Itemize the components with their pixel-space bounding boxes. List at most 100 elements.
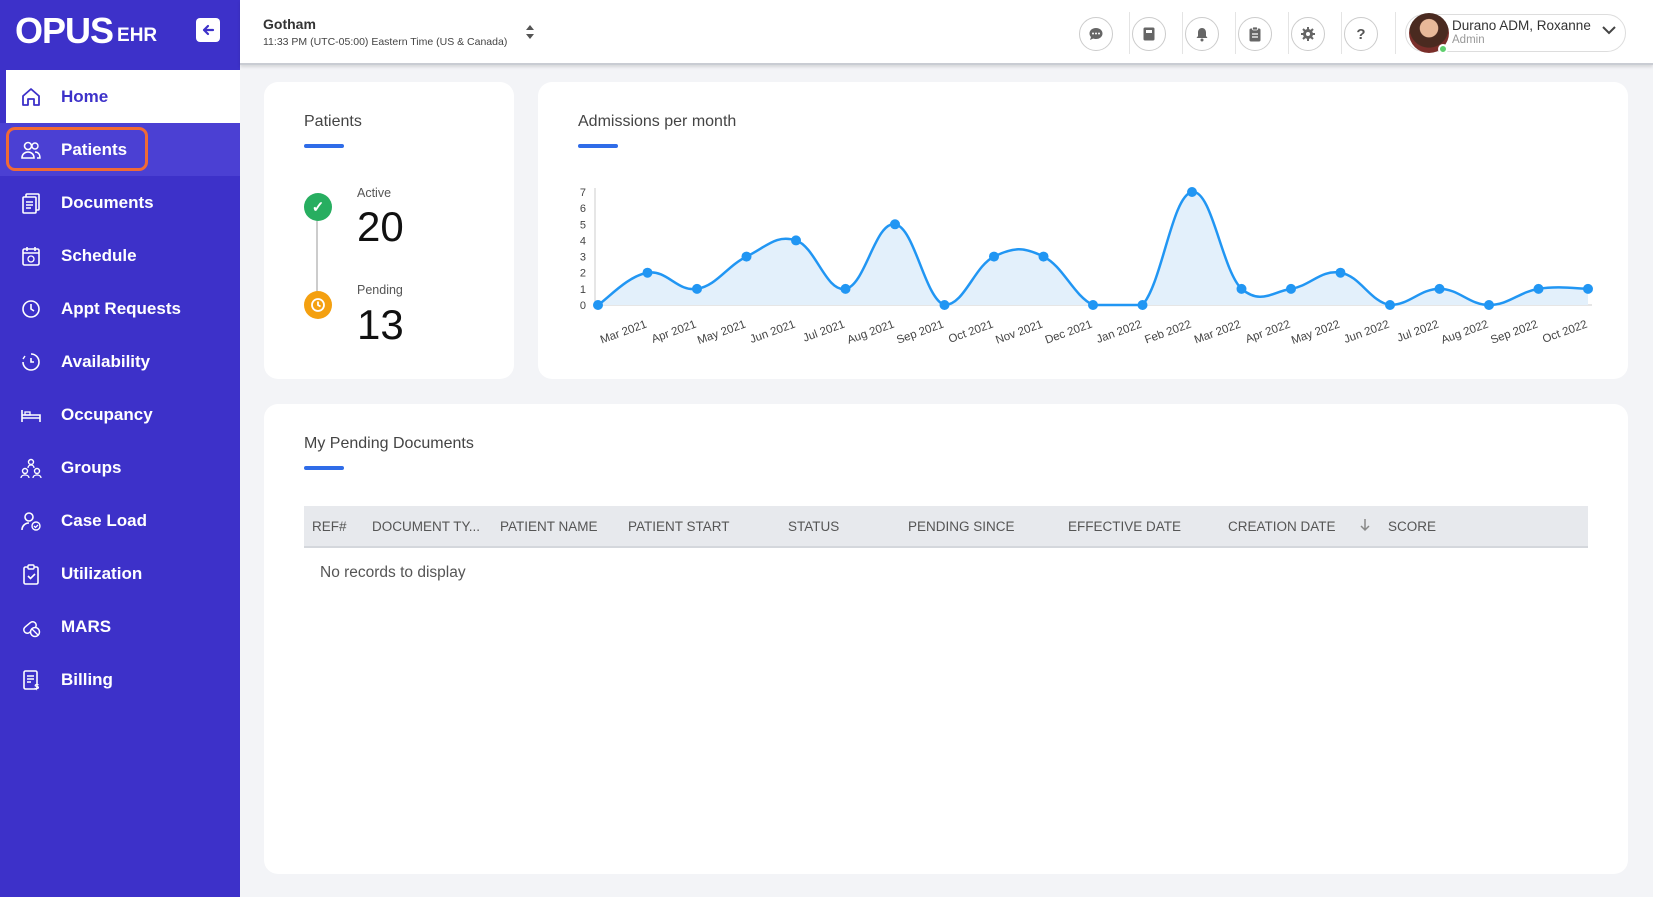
data-point[interactable] — [1088, 300, 1098, 310]
gear-icon[interactable] — [1291, 17, 1325, 51]
y-tick-label: 2 — [580, 268, 586, 280]
help-icon[interactable]: ? — [1344, 17, 1378, 51]
x-tick-label: Oct 2021 — [947, 319, 995, 346]
data-point[interactable] — [1286, 283, 1296, 294]
sidebar-item-schedule[interactable]: Schedule — [0, 229, 240, 282]
online-status-dot — [1438, 44, 1448, 54]
sidebar-item-home[interactable]: Home — [0, 70, 240, 123]
stat-connector — [316, 207, 318, 304]
sidebar-item-label: Availability — [61, 351, 151, 371]
book-icon[interactable] — [1132, 17, 1166, 51]
table-header: REF# DOCUMENT TY... PATIENT NAME PATIENT… — [304, 506, 1588, 548]
y-tick-label: 1 — [580, 284, 586, 296]
column-header-ref[interactable]: REF# — [312, 519, 347, 534]
sidebar-nav: Home Patients Documents Schedule Appt Re… — [0, 70, 240, 706]
y-tick-label: 4 — [580, 235, 586, 247]
sidebar-item-billing[interactable]: $ Billing — [0, 653, 240, 706]
data-point[interactable] — [989, 251, 999, 262]
svg-text:$: $ — [34, 682, 40, 691]
pending-label: Pending — [357, 283, 403, 297]
column-header-creation-date[interactable]: CREATION DATE — [1228, 519, 1336, 534]
data-point[interactable] — [1533, 283, 1544, 294]
column-header-pending-since[interactable]: PENDING SINCE — [908, 519, 1015, 534]
chat-icon[interactable] — [1079, 17, 1113, 51]
sidebar-item-utilization[interactable]: Utilization — [0, 547, 240, 600]
arrow-left-icon — [202, 24, 215, 36]
pending-count[interactable]: 13 — [357, 301, 404, 349]
sidebar-item-case-load[interactable]: Case Load — [0, 494, 240, 547]
collapse-sidebar-button[interactable] — [196, 18, 220, 42]
sidebar-item-availability[interactable]: Availability — [0, 335, 240, 388]
sidebar-item-occupancy[interactable]: Occupancy — [0, 388, 240, 441]
data-point[interactable] — [1385, 300, 1395, 310]
availability-icon — [20, 351, 42, 373]
column-header-patient-start[interactable]: PATIENT START — [628, 519, 730, 534]
user-menu[interactable]: Durano ADM, Roxanne Admin — [1405, 13, 1626, 54]
sidebar-item-patients[interactable]: Patients — [0, 123, 240, 176]
sort-arrow-down-icon[interactable] — [1360, 518, 1370, 535]
location-switcher-icon[interactable] — [525, 24, 535, 42]
sidebar-item-label: Appt Requests — [61, 298, 181, 318]
data-point[interactable] — [1236, 283, 1247, 294]
data-point[interactable] — [692, 283, 702, 294]
case-load-icon — [20, 510, 42, 532]
column-header-effective-date[interactable]: EFFECTIVE DATE — [1068, 519, 1181, 534]
data-point[interactable] — [1137, 300, 1148, 310]
column-header-patient-name[interactable]: PATIENT NAME — [500, 519, 598, 534]
data-point[interactable] — [890, 219, 900, 230]
column-header-document-type[interactable]: DOCUMENT TY... — [372, 519, 480, 534]
data-point[interactable] — [1583, 283, 1593, 294]
billing-icon: $ — [20, 669, 42, 691]
documents-icon — [20, 192, 42, 214]
x-tick-label: Jul 2022 — [1396, 319, 1441, 345]
sidebar-item-appt-requests[interactable]: Appt Requests — [0, 282, 240, 335]
sidebar-item-label: Case Load — [61, 510, 147, 530]
data-point[interactable] — [1434, 283, 1445, 294]
patients-card: Patients ✓ Active 20 Pending 13 — [264, 82, 514, 379]
admissions-chart: 0 1 2 3 4 5 6 7 Mar 2021 Apr 2021May 2021 Jun 2021… — [580, 187, 1593, 347]
data-point[interactable] — [741, 251, 752, 262]
brand-logo: OPUS — [15, 10, 114, 51]
divider — [1235, 12, 1236, 54]
data-point[interactable] — [1335, 267, 1346, 278]
sidebar-item-label: Utilization — [61, 563, 143, 583]
groups-icon — [20, 457, 42, 479]
active-count[interactable]: 20 — [357, 203, 404, 251]
x-tick-label: Jan 2022 — [1095, 319, 1144, 346]
divider — [1182, 12, 1183, 54]
data-point[interactable] — [1484, 300, 1494, 310]
sidebar-item-label: MARS — [61, 616, 112, 636]
bell-icon[interactable] — [1185, 17, 1219, 51]
location-name[interactable]: Gotham — [263, 16, 316, 32]
x-tick-label: Sep 2022 — [1489, 319, 1539, 347]
sidebar-item-mars[interactable]: MARS — [0, 600, 240, 653]
data-point[interactable] — [791, 235, 801, 246]
data-point[interactable] — [1187, 187, 1197, 197]
divider — [1129, 12, 1130, 54]
y-tick-label: 5 — [580, 219, 586, 231]
active-label: Active — [357, 186, 392, 200]
data-point[interactable] — [939, 300, 950, 310]
x-tick-label: Jul 2021 — [802, 319, 847, 345]
sidebar-item-label: Occupancy — [61, 404, 153, 424]
x-tick-label: Aug 2021 — [846, 319, 896, 347]
sidebar-item-groups[interactable]: Groups — [0, 441, 240, 494]
user-role: Admin — [1452, 34, 1485, 46]
data-point[interactable] — [1038, 251, 1049, 262]
data-point[interactable] — [840, 283, 851, 294]
brand: OPUS EHR — [0, 0, 240, 62]
sidebar-item-documents[interactable]: Documents — [0, 176, 240, 229]
x-tick-label: Oct 2022 — [1541, 319, 1589, 346]
user-name: Durano ADM, Roxanne — [1452, 18, 1591, 33]
data-point[interactable] — [642, 267, 653, 278]
data-point[interactable] — [593, 300, 603, 310]
x-tick-label: Apr 2022 — [1244, 319, 1292, 346]
check-icon: ✓ — [304, 193, 332, 221]
column-header-score[interactable]: SCORE — [1388, 519, 1436, 534]
sidebar-item-label: Schedule — [61, 245, 137, 265]
column-header-status[interactable]: STATUS — [788, 519, 839, 534]
divider — [1395, 12, 1396, 54]
clipboard-icon[interactable] — [1238, 17, 1272, 51]
y-tick-label: 0 — [580, 300, 586, 312]
x-tick-label: Nov 2021 — [994, 319, 1044, 347]
